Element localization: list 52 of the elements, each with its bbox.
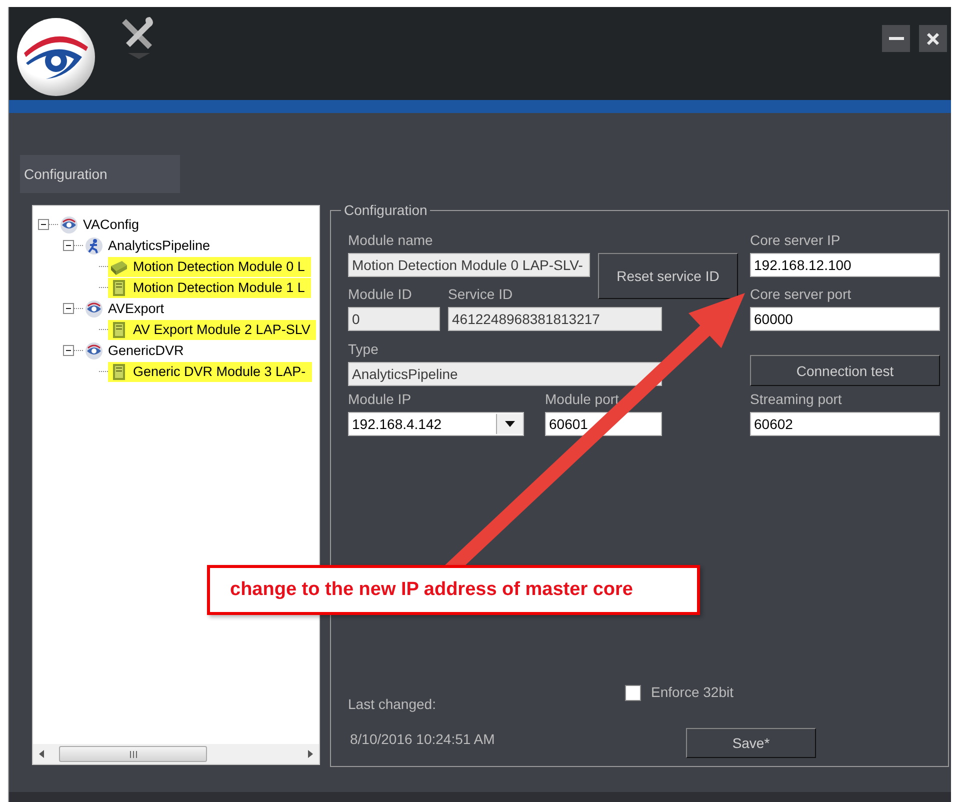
horizontal-scrollbar[interactable]: [33, 744, 319, 764]
connection-test-button[interactable]: Connection test: [750, 355, 940, 386]
eye-icon: [85, 300, 103, 318]
tree-item[interactable]: AnalyticsPipeline: [83, 236, 216, 256]
tree-item[interactable]: AVExport: [83, 298, 170, 318]
collapse-toggle[interactable]: [63, 345, 74, 356]
configuration-tab[interactable]: Configuration: [20, 155, 180, 193]
tree-item[interactable]: Motion Detection Module 0 L: [108, 256, 311, 276]
eye-icon: [60, 216, 78, 234]
scroll-right-icon[interactable]: [305, 749, 315, 759]
server-icon: [110, 362, 128, 380]
field-label: Module name: [348, 232, 434, 249]
field-label: Module ID: [348, 286, 413, 303]
module-ip-dropdown[interactable]: 192.168.4.142: [348, 412, 524, 436]
runner-icon: [85, 236, 103, 254]
collapse-toggle[interactable]: [63, 303, 74, 314]
server-icon: [110, 320, 128, 338]
field-label: Streaming port: [750, 391, 843, 408]
reset-service-id-button[interactable]: Reset service ID: [598, 253, 738, 299]
collapse-toggle[interactable]: [63, 240, 74, 251]
save-button[interactable]: Save*: [686, 728, 816, 758]
field-label: Core server IP: [750, 232, 842, 249]
eye-logo-icon: [16, 17, 96, 97]
tree-item[interactable]: AV Export Module 2 LAP-SLV: [108, 320, 316, 340]
core-server-ip-field[interactable]: 192.168.12.100: [750, 253, 940, 277]
field-label: Type: [348, 341, 380, 358]
enforce-32bit-checkbox[interactable]: [625, 684, 641, 700]
field-label: Module IP: [348, 391, 412, 408]
last-changed-date: 8/10/2016 10:24:51 AM: [350, 731, 496, 748]
collapse-toggle[interactable]: [38, 219, 49, 230]
field-label: Core server port: [750, 286, 852, 303]
group-title: Configuration: [341, 202, 430, 218]
close-button[interactable]: [919, 25, 947, 52]
tree-item[interactable]: GenericDVR: [83, 340, 190, 360]
tree-item[interactable]: Motion Detection Module 1 L: [108, 278, 311, 298]
core-server-port-field[interactable]: 60000: [750, 307, 940, 331]
last-changed-label: Last changed:: [348, 696, 437, 713]
annotation-callout: change to the new IP address of master core: [207, 565, 700, 615]
tree-item[interactable]: Generic DVR Module 3 LAP-: [108, 362, 312, 382]
close-icon: [926, 32, 940, 46]
minimize-icon: [888, 37, 904, 40]
field-label: Module port: [545, 391, 619, 408]
scroll-left-icon[interactable]: [37, 749, 47, 759]
checkbox-label: Enforce 32bit: [651, 684, 734, 701]
field-label: Service ID: [448, 286, 513, 303]
caret-icon: [505, 421, 515, 427]
minimize-button[interactable]: [882, 25, 910, 52]
server-icon: [110, 278, 128, 296]
streaming-port-field[interactable]: 60602: [750, 412, 940, 436]
eye-icon: [85, 342, 103, 360]
tree-item[interactable]: VAConfig: [58, 214, 146, 234]
tools-icon[interactable]: [122, 15, 156, 59]
